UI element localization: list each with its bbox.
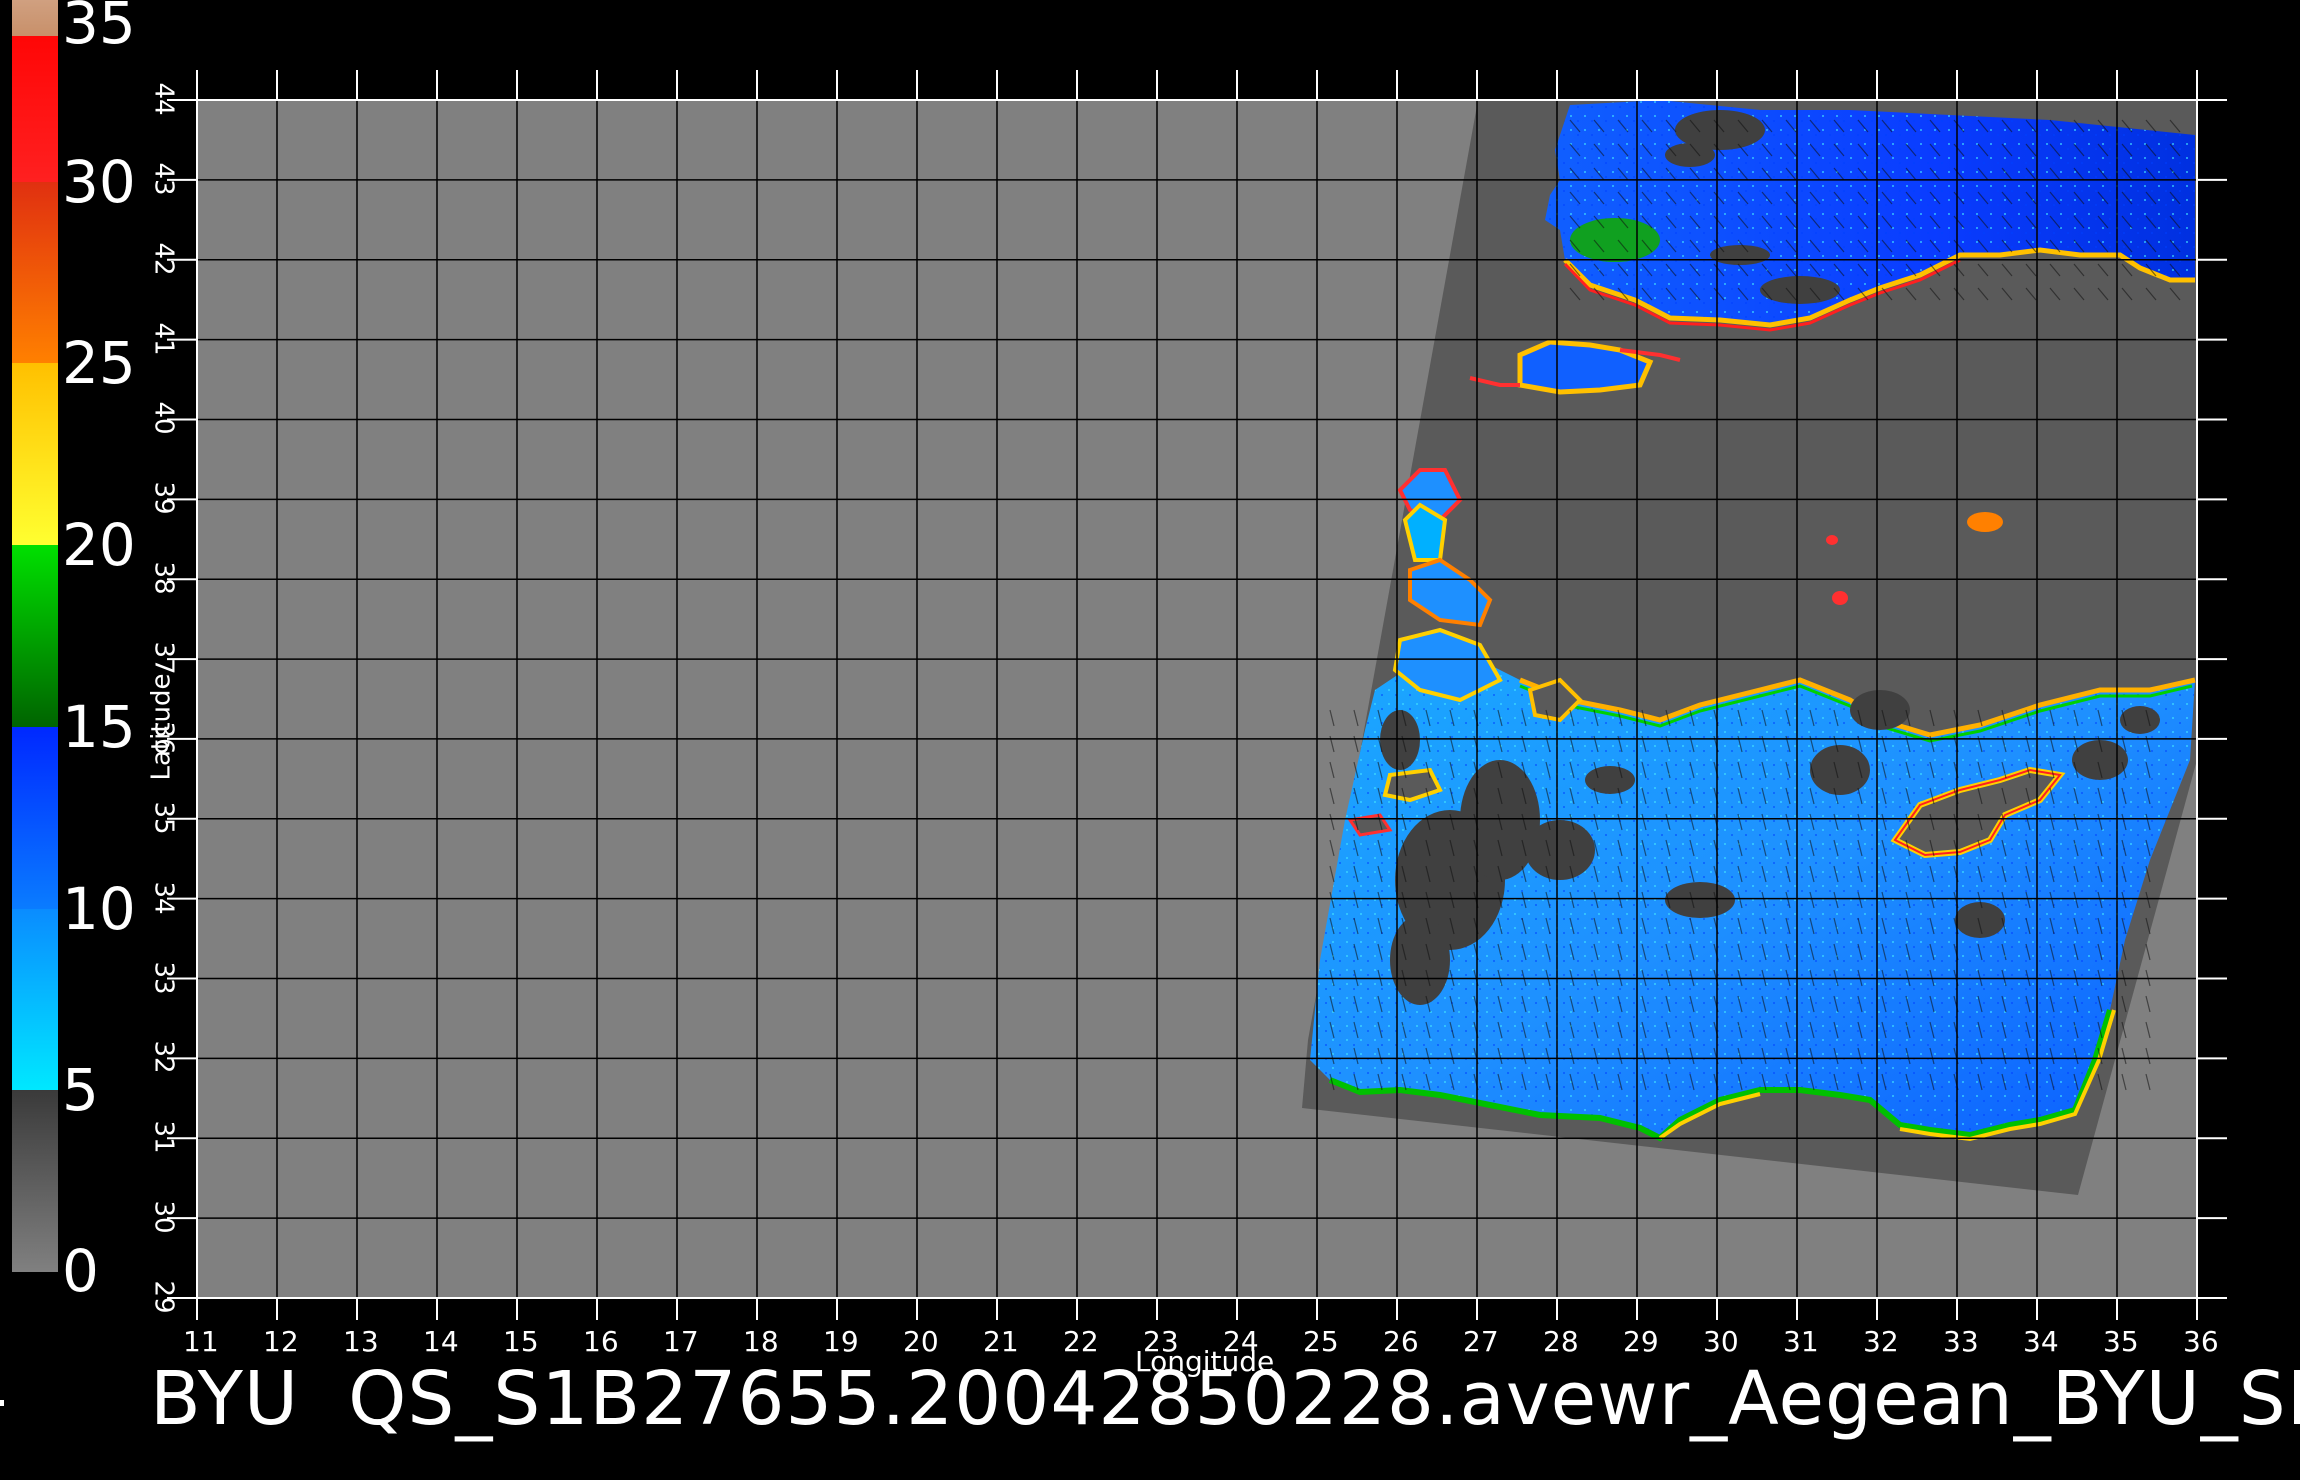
lon-tick-label: 14 <box>423 1325 459 1358</box>
lon-tick-label: 22 <box>1063 1325 1099 1358</box>
lat-tick-label: 44 <box>148 82 179 116</box>
file-caption: BYU QS_S1B27655.20042850228.avewr_Aegean… <box>150 1356 2300 1442</box>
cursor-mark <box>0 1400 4 1406</box>
lon-tick-label: 34 <box>2023 1325 2059 1358</box>
lon-tick-label: 21 <box>983 1325 1019 1358</box>
colorbar-label: 25 <box>62 329 136 398</box>
colorbar-segment <box>12 545 58 727</box>
lon-tick-label: 32 <box>1863 1325 1899 1358</box>
lon-tick-label: 20 <box>903 1325 939 1358</box>
lon-tick-label: 12 <box>263 1325 299 1358</box>
y-axis-label: Latitude <box>146 673 177 781</box>
lon-tick-label: 27 <box>1463 1325 1499 1358</box>
colorbar-label: 30 <box>62 147 136 216</box>
lat-tick-label: 32 <box>148 1040 179 1074</box>
lat-tick-label: 30 <box>148 1200 179 1234</box>
lon-tick-label: 33 <box>1943 1325 1979 1358</box>
lat-tick-label: 35 <box>148 801 179 835</box>
lon-tick-label: 25 <box>1303 1325 1339 1358</box>
lat-tick-label: 33 <box>148 960 179 995</box>
lat-tick-label: 41 <box>148 322 179 356</box>
colorbar-segment <box>12 363 58 546</box>
lat-tick-label: 34 <box>148 881 179 915</box>
lat-tick-label: 37 <box>148 641 179 675</box>
lon-tick-label: 30 <box>1703 1325 1739 1358</box>
colorbar <box>12 0 58 1272</box>
lon-tick-label: 18 <box>743 1325 779 1358</box>
lat-tick-label: 31 <box>148 1120 179 1154</box>
lon-tick-label: 15 <box>503 1325 539 1358</box>
lon-tick-label: 17 <box>663 1325 699 1358</box>
colorbar-segment <box>12 1090 58 1272</box>
colorbar-segment <box>12 726 58 909</box>
colorbar-label: 0 <box>62 1237 99 1305</box>
lon-tick-label: 31 <box>1783 1325 1819 1358</box>
lon-tick-label: 11 <box>183 1325 219 1358</box>
lat-tick-label: 40 <box>148 401 179 435</box>
lon-tick-label: 19 <box>823 1325 859 1358</box>
colorbar-label: 35 <box>62 0 136 57</box>
black-sea-green-patch <box>1570 218 1660 262</box>
map-figure <box>167 70 2227 1320</box>
lat-tick-label: 38 <box>148 561 179 595</box>
lat-tick-label: 43 <box>148 162 179 196</box>
lon-tick-label: 29 <box>1623 1325 1659 1358</box>
lon-tick-label: 28 <box>1543 1325 1579 1358</box>
lat-tick-label: 29 <box>148 1280 179 1314</box>
colorbar-label: 5 <box>62 1056 99 1125</box>
colorbar-label: 10 <box>62 874 136 943</box>
lon-tick-label: 16 <box>583 1325 619 1358</box>
lon-tick-label: 36 <box>2183 1325 2219 1358</box>
lon-tick-label: 13 <box>343 1325 379 1358</box>
lon-tick-label: 35 <box>2103 1325 2139 1358</box>
colorbar-segment <box>12 908 58 1091</box>
colorbar-segment <box>12 181 58 364</box>
lat-tick-label: 42 <box>148 242 179 276</box>
lat-tick-label: 39 <box>148 481 179 515</box>
lon-tick-label: 26 <box>1383 1325 1419 1358</box>
colorbar-label: 20 <box>62 511 136 580</box>
colorbar-label: 15 <box>62 692 136 761</box>
colorbar-segment <box>12 0 58 37</box>
